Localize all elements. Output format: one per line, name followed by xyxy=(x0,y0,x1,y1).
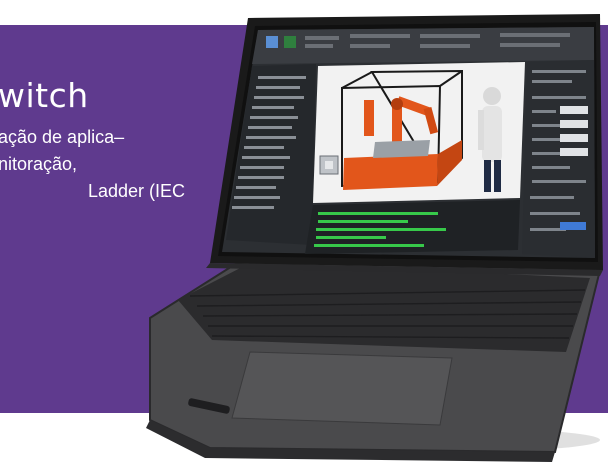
laptop-screen xyxy=(206,14,603,276)
laptop-base xyxy=(146,256,602,462)
trackpad xyxy=(231,351,453,426)
laptop-illustration xyxy=(146,14,603,462)
view-cube-icon xyxy=(319,155,339,175)
robot-cell-base xyxy=(343,154,438,190)
keyboard xyxy=(178,262,590,352)
